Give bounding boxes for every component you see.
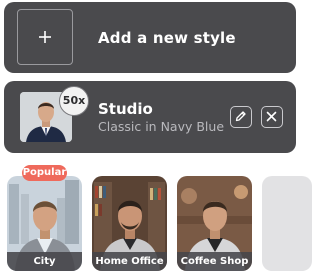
plus-icon — [39, 31, 51, 43]
style-title: Studio — [98, 100, 153, 118]
style-tile-label: City — [7, 252, 82, 271]
style-picker: Add a new style 50x Studio Classic in Na… — [0, 0, 312, 271]
style-tile-label: Coffee Shop — [177, 252, 252, 271]
style-tile-coffee-shop[interactable]: Coffee Shop — [177, 176, 252, 271]
style-tile-label: Home Office — [92, 252, 167, 271]
style-subtitle: Classic in Navy Blue — [98, 119, 225, 134]
add-style-card[interactable]: Add a new style — [4, 2, 296, 73]
add-style-label: Add a new style — [98, 29, 236, 47]
remove-style-button[interactable] — [261, 106, 283, 128]
pencil-icon — [235, 111, 246, 122]
style-tile-city[interactable]: City — [7, 176, 82, 271]
popular-badge: Popular — [22, 165, 67, 181]
close-icon — [266, 111, 277, 122]
generation-count-badge: 50x — [59, 86, 89, 116]
edit-style-button[interactable] — [230, 106, 252, 128]
selected-style-card[interactable]: 50x Studio Classic in Navy Blue — [4, 81, 296, 153]
add-style-button[interactable] — [17, 9, 73, 65]
style-tile-next[interactable] — [262, 176, 312, 271]
style-tile-home-office[interactable]: Home Office — [92, 176, 167, 271]
